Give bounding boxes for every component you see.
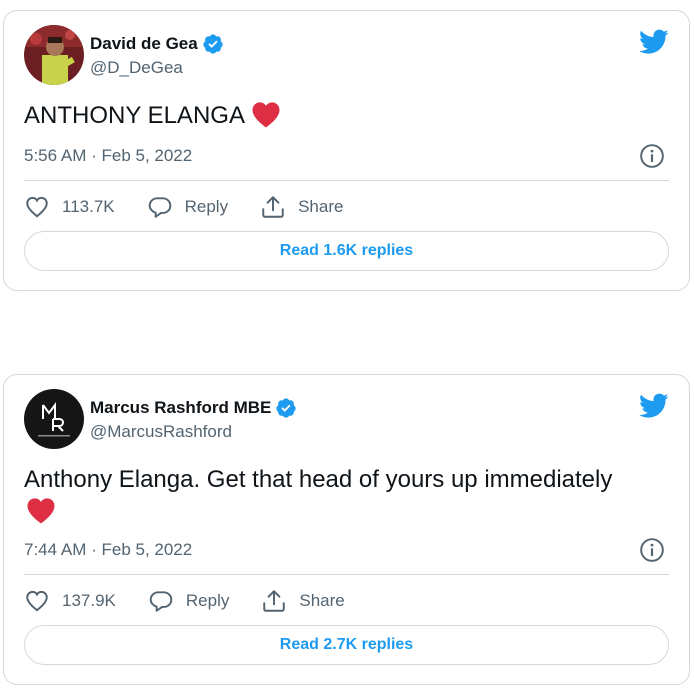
reply-label: Reply [185,591,230,610]
like-count: 113.7K [62,197,115,216]
info-icon[interactable] [639,143,665,169]
tweet-text: Anthony Elanga. Get that head of yours u… [24,465,669,524]
verified-badge-icon [203,33,223,54]
red-heart-icon [252,102,280,128]
reply-button[interactable]: Reply [147,194,228,220]
like-button[interactable]: 113.7K [24,194,115,220]
share-label: Share [299,591,345,610]
tweet-meta: 7:44 AM · Feb 5, 2022 [24,537,665,563]
avatar[interactable] [24,389,84,449]
tweet-text: ANTHONY ELANGA [24,101,669,131]
reply-button[interactable]: Reply [148,588,229,614]
share-button[interactable]: Share [261,588,345,614]
display-name[interactable]: David de Gea [90,34,198,54]
divider [24,574,669,575]
tweet-card[interactable]: David de Gea @D_DeGea ANTHONY ELANGA 5:5… [3,10,690,291]
tweet-meta: 5:56 AM · Feb 5, 2022 [24,143,665,169]
tweet-text-content: ANTHONY ELANGA [24,102,245,129]
handle[interactable]: @MarcusRashford [90,422,297,442]
tweet-header: David de Gea @D_DeGea [24,25,224,85]
tweet-text-content: Anthony Elanga. Get that head of yours u… [24,466,613,493]
timestamp[interactable]: 7:44 AM · Feb 5, 2022 [24,540,192,560]
display-name[interactable]: Marcus Rashford MBE [90,398,271,418]
like-button[interactable]: 137.9K [24,588,116,614]
reply-icon [149,591,173,612]
divider [24,180,669,181]
share-button[interactable]: Share [260,194,343,220]
share-label: Share [298,197,344,216]
tweet-card[interactable]: Marcus Rashford MBE @MarcusRashford Anth… [3,374,690,685]
twitter-bird-icon[interactable] [639,29,669,55]
handle[interactable]: @D_DeGea [90,58,224,78]
share-icon [263,590,286,612]
twitter-bird-icon[interactable] [639,393,669,419]
read-replies-button[interactable]: Read 1.6K replies [24,231,669,271]
timestamp[interactable]: 5:56 AM · Feb 5, 2022 [24,146,192,166]
tweet-actions: 113.7K Reply Share [24,194,375,220]
read-replies-button[interactable]: Read 2.7K replies [24,625,669,665]
heart-outline-icon [26,196,48,218]
red-heart-icon [27,498,55,524]
share-icon [262,196,284,218]
info-icon[interactable] [639,537,665,563]
tweet-header: Marcus Rashford MBE @MarcusRashford [24,389,297,449]
tweet-actions: 137.9K Reply Share [24,588,377,614]
heart-outline-icon [26,590,48,612]
avatar[interactable] [24,25,84,85]
verified-badge-icon [276,397,296,418]
reply-label: Reply [184,197,229,216]
like-count: 137.9K [62,591,116,610]
reply-icon [148,197,171,218]
